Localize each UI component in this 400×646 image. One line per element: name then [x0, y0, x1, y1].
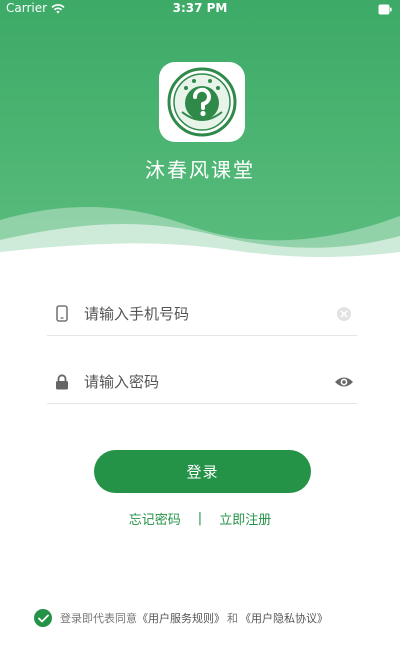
app-title: 沐春风课堂	[145, 158, 255, 182]
check-icon	[37, 614, 49, 622]
battery-icon	[378, 4, 392, 15]
register-link[interactable]: 立即注册	[219, 509, 271, 528]
app-logo-icon	[167, 67, 237, 137]
agreement-row: 登录即代表同意 《用户服务规则》 和 《用户隐私协议》	[34, 609, 384, 627]
forgot-password-link[interactable]: 忘记密码	[129, 509, 181, 528]
agreement-checkbox[interactable]	[34, 609, 52, 627]
wave-decoration	[0, 207, 400, 272]
phone-icon	[49, 305, 75, 322]
auth-links: 忘记密码 | 立即注册	[0, 509, 400, 528]
lock-icon	[49, 373, 75, 390]
clear-icon[interactable]	[331, 306, 357, 322]
password-input[interactable]	[84, 372, 331, 391]
header-banner: Carrier 3:37 PM 沐春风课堂	[0, 0, 400, 272]
app-logo	[159, 62, 245, 142]
eye-icon[interactable]	[331, 375, 357, 389]
terms-link[interactable]: 《用户服务规则》	[137, 610, 225, 626]
status-time: 3:37 PM	[172, 1, 228, 15]
phone-field	[47, 292, 357, 336]
privacy-link[interactable]: 《用户隐私协议》	[240, 610, 328, 626]
agreement-conjunction: 和	[227, 612, 238, 625]
phone-input[interactable]	[84, 304, 331, 323]
login-button[interactable]: 登录	[94, 450, 311, 493]
agreement-prefix: 登录即代表同意	[60, 612, 137, 625]
password-field	[47, 360, 357, 404]
status-bar: Carrier 3:37 PM	[0, 0, 400, 20]
links-separator: |	[197, 511, 203, 526]
